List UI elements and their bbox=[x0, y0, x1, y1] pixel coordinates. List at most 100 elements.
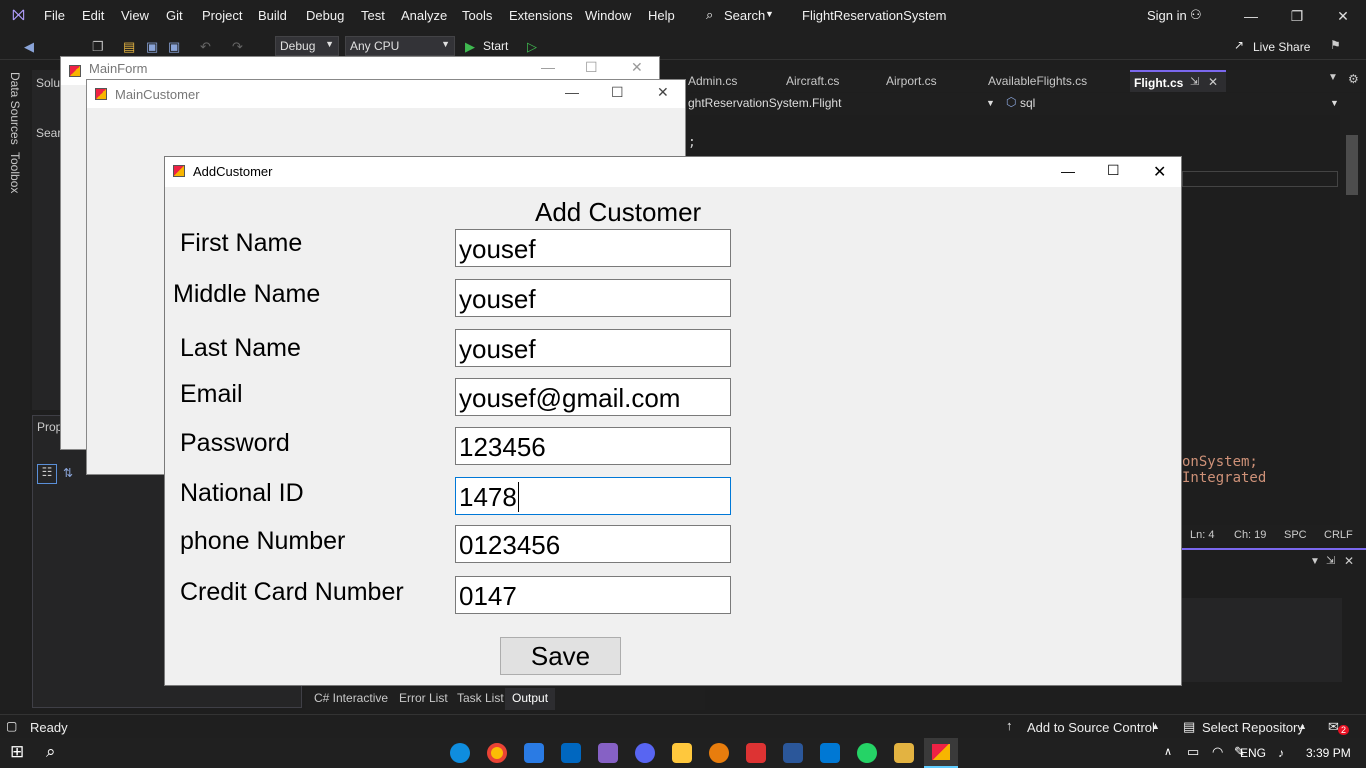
app-icon[interactable] bbox=[746, 743, 766, 763]
tab-admin[interactable]: Admin.cs bbox=[688, 74, 737, 88]
middle-name-field[interactable]: yousef bbox=[455, 279, 731, 317]
volume-icon[interactable]: ♪ bbox=[1278, 746, 1284, 760]
alphabetical-icon[interactable]: ⇅ bbox=[63, 466, 73, 480]
discord-icon[interactable] bbox=[635, 743, 655, 763]
back-icon[interactable]: ◀ bbox=[24, 39, 34, 55]
account-icon[interactable]: ⚇ bbox=[1190, 7, 1202, 23]
start-icon[interactable]: ▶ bbox=[465, 39, 475, 55]
language[interactable]: ENG bbox=[1240, 746, 1266, 760]
start-without-debug-icon[interactable]: ▷ bbox=[527, 39, 537, 55]
minimize-icon[interactable]: — bbox=[1061, 163, 1075, 179]
solution-search[interactable]: Sear bbox=[36, 126, 61, 140]
close-icon[interactable]: ✕ bbox=[1320, 0, 1366, 32]
redo-icon[interactable]: ↷ bbox=[232, 39, 243, 55]
pin-icon[interactable]: ⇲ bbox=[1190, 75, 1199, 88]
line-number[interactable]: Ln: 4 bbox=[1190, 529, 1214, 541]
close-icon[interactable]: ✕ bbox=[1153, 162, 1166, 182]
windows-start-icon[interactable]: ⊞ bbox=[10, 742, 24, 762]
dropdown-icon[interactable]: ▼ bbox=[1310, 556, 1320, 567]
start-button[interactable]: Start bbox=[483, 39, 508, 53]
add-source-control[interactable]: Add to Source Control bbox=[1027, 720, 1155, 735]
close-icon[interactable]: ✕ bbox=[657, 84, 669, 101]
search-icon[interactable]: ⌕ bbox=[46, 742, 56, 762]
blender-icon[interactable] bbox=[709, 743, 729, 763]
menu-debug[interactable]: Debug bbox=[306, 8, 344, 23]
menu-extensions[interactable]: Extensions bbox=[509, 8, 573, 23]
feedback-icon[interactable]: ⚑ bbox=[1330, 38, 1341, 52]
close-icon[interactable]: ✕ bbox=[631, 59, 643, 76]
menu-tools[interactable]: Tools bbox=[462, 8, 492, 23]
menu-test[interactable]: Test bbox=[361, 8, 385, 23]
menu-analyze[interactable]: Analyze bbox=[401, 8, 447, 23]
scroll-thumb[interactable] bbox=[1346, 135, 1358, 195]
edge-icon[interactable] bbox=[450, 743, 470, 763]
chrome-icon[interactable] bbox=[487, 743, 507, 763]
minimize-icon[interactable]: — bbox=[1228, 0, 1274, 32]
nav-member[interactable]: sql bbox=[1020, 96, 1035, 110]
word-icon[interactable] bbox=[783, 743, 803, 763]
app-icon[interactable] bbox=[894, 743, 914, 763]
sign-in-link[interactable]: Sign in bbox=[1147, 8, 1187, 23]
whatsapp-icon[interactable] bbox=[857, 743, 877, 763]
menu-file[interactable]: File bbox=[44, 8, 65, 23]
tab-overflow-icon[interactable]: ▼ bbox=[1328, 72, 1338, 83]
maximize-icon[interactable]: ☐ bbox=[611, 84, 624, 101]
tab-csharp-interactive[interactable]: C# Interactive bbox=[314, 691, 388, 705]
live-share-button[interactable]: Live Share bbox=[1253, 40, 1310, 54]
select-repository[interactable]: Select Repository bbox=[1202, 720, 1304, 735]
panel-close-icon[interactable]: ✕ bbox=[1344, 554, 1354, 568]
clock[interactable]: 3:39 PM bbox=[1306, 746, 1351, 760]
categorized-icon[interactable]: ☷ bbox=[37, 464, 57, 484]
minimize-icon[interactable]: — bbox=[541, 59, 555, 75]
tab-aircraft[interactable]: Aircraft.cs bbox=[786, 74, 839, 88]
tab-output[interactable]: Output bbox=[505, 688, 555, 710]
settings-icon[interactable]: ⚙ bbox=[1348, 72, 1359, 86]
menu-window[interactable]: Window bbox=[585, 8, 631, 23]
platform-select[interactable]: Any CPU ▼ bbox=[345, 36, 455, 56]
undo-icon[interactable]: ↶ bbox=[200, 39, 211, 55]
menu-project[interactable]: Project bbox=[202, 8, 242, 23]
battery-icon[interactable]: ▭ bbox=[1187, 744, 1199, 760]
maximize-icon[interactable]: ☐ bbox=[585, 59, 598, 76]
outlook-icon[interactable] bbox=[820, 743, 840, 763]
active-winform-app[interactable] bbox=[924, 738, 958, 768]
data-sources-tab[interactable]: Data Sources bbox=[8, 72, 22, 145]
search-button[interactable]: Search bbox=[724, 8, 765, 23]
first-name-field[interactable]: yousef bbox=[455, 229, 731, 267]
menu-build[interactable]: Build bbox=[258, 8, 287, 23]
new-project-icon[interactable]: ❐ bbox=[92, 39, 104, 55]
sticky-app-icon[interactable] bbox=[524, 743, 544, 763]
visual-studio-icon[interactable] bbox=[598, 743, 618, 763]
file-explorer-icon[interactable] bbox=[672, 743, 692, 763]
pin-icon[interactable]: ⇲ bbox=[1326, 554, 1335, 567]
password-field[interactable]: 123456 bbox=[455, 427, 731, 465]
line-ending[interactable]: CRLF bbox=[1324, 529, 1353, 541]
calendar-icon[interactable] bbox=[561, 743, 581, 763]
national-id-field[interactable]: 1478 bbox=[455, 477, 731, 515]
toolbox-tab[interactable]: Toolbox bbox=[8, 152, 22, 193]
chevron-up-icon[interactable]: ∧ bbox=[1164, 745, 1172, 758]
credit-card-field[interactable]: 0147 bbox=[455, 576, 731, 614]
save-all-icon[interactable]: ▣ bbox=[168, 39, 180, 55]
tab-flight-active[interactable]: Flight.cs ⇲ ✕ bbox=[1130, 70, 1226, 92]
add-customer-titlebar[interactable]: AddCustomer — ☐ ✕ bbox=[165, 157, 1181, 187]
menu-edit[interactable]: Edit bbox=[82, 8, 104, 23]
config-select[interactable]: Debug ▼ bbox=[275, 36, 339, 56]
tab-error-list[interactable]: Error List bbox=[399, 691, 448, 705]
tab-airport[interactable]: Airport.cs bbox=[886, 74, 937, 88]
tab-available-flights[interactable]: AvailableFlights.cs bbox=[988, 74, 1087, 88]
spacing-mode[interactable]: SPC bbox=[1284, 529, 1307, 541]
tab-task-list[interactable]: Task List bbox=[457, 691, 504, 705]
main-customer-titlebar[interactable]: MainCustomer — ☐ ✕ bbox=[87, 80, 685, 108]
phone-number-field[interactable]: 0123456 bbox=[455, 525, 731, 563]
tab-close-icon[interactable]: ✕ bbox=[1208, 75, 1218, 89]
last-name-field[interactable]: yousef bbox=[455, 329, 731, 367]
nav-class[interactable]: ghtReservationSystem.Flight bbox=[688, 96, 841, 110]
wifi-icon[interactable]: ◠ bbox=[1212, 744, 1223, 760]
maximize-icon[interactable]: ☐ bbox=[1107, 162, 1120, 179]
editor-scrollbar[interactable] bbox=[1340, 115, 1366, 525]
restore-icon[interactable]: ❐ bbox=[1274, 0, 1320, 32]
open-folder-icon[interactable]: ▤ bbox=[123, 39, 135, 55]
char-number[interactable]: Ch: 19 bbox=[1234, 529, 1266, 541]
menu-help[interactable]: Help bbox=[648, 8, 675, 23]
